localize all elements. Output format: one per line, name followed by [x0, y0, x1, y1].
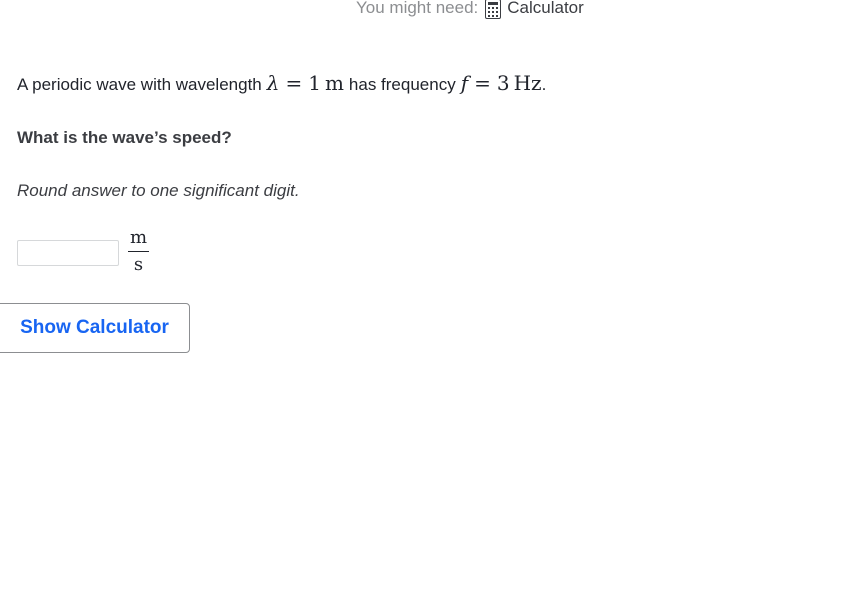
problem-mid: has frequency	[348, 75, 456, 94]
equals-sign: =	[474, 71, 491, 95]
answer-unit: m s	[128, 226, 149, 278]
frequency-unit: Hz	[513, 71, 542, 95]
wavelength-symbol: λ	[266, 71, 280, 95]
problem-intro: A periodic wave with wavelength	[17, 75, 262, 94]
calculator-icon	[485, 0, 502, 19]
frequency-value: 3	[496, 71, 510, 95]
wavelength-expression: λ = 1 m	[267, 71, 344, 95]
wavelength-unit: m	[324, 71, 344, 95]
rounding-instruction: Round answer to one significant digit.	[17, 181, 300, 200]
hint-label: You might need:	[356, 0, 479, 17]
problem-end: .	[541, 75, 547, 94]
problem-statement: A periodic wave with wavelength λ = 1 m ha…	[17, 71, 546, 95]
question-text: What is the wave’s speed?	[17, 128, 232, 147]
hint-bar: You might need: Calculator	[356, 0, 584, 19]
show-calculator-button[interactable]: Show Calculator	[0, 303, 190, 353]
frequency-symbol: f	[460, 71, 469, 95]
answer-input[interactable]	[17, 240, 119, 266]
frequency-expression: f = 3 Hz	[461, 71, 542, 95]
equals-sign: =	[285, 71, 303, 95]
unit-numerator: m	[129, 227, 148, 248]
wavelength-value: 1	[308, 71, 321, 95]
hint-tool-calculator: Calculator	[507, 0, 584, 17]
unit-denominator: s	[133, 254, 144, 275]
